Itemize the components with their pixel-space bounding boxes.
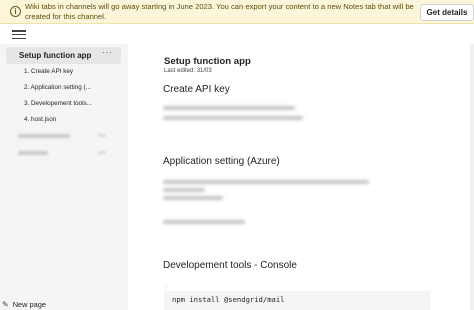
get-details-button[interactable]: Get details <box>420 4 474 21</box>
wiki-page-content: Setup function app Last edited: 31/03 Cr… <box>130 44 474 310</box>
last-edited-timestamp: Last edited: 31/03 <box>164 68 212 74</box>
new-page-icon: ✎ <box>2 300 9 309</box>
new-page-label: New page <box>12 300 46 309</box>
blurred-text-line <box>163 220 245 224</box>
blurred-text-line <box>163 180 369 184</box>
new-page-button[interactable]: ✎ New page <box>2 300 46 309</box>
content-scrollbar[interactable] <box>470 44 474 310</box>
section-heading-developement-tools: Developement tools - Console <box>163 260 297 271</box>
blurred-text-line <box>163 116 303 120</box>
sidebar-subitem-developement-tools[interactable]: 3. Developement tools... <box>24 100 92 107</box>
blurred-text-line <box>163 106 295 110</box>
more-options-icon[interactable]: ··· <box>102 47 113 57</box>
code-line: npm install @sendgrid/mail <box>172 295 285 304</box>
sidebar-page-label: Setup function app <box>19 51 92 60</box>
page-title: Setup function app <box>164 56 251 67</box>
deprecation-banner: i Wiki tabs in channels will go away sta… <box>0 0 474 24</box>
sidebar-subitem-host-json[interactable]: 4. host.json <box>24 116 56 123</box>
sidebar-subitem-application-setting[interactable]: 2. Application setting (... <box>24 84 91 91</box>
section-heading-application-setting: Application setting (Azure) <box>163 156 280 167</box>
section-heading-create-api-key: Create API key <box>163 84 230 95</box>
sidebar-subitem-create-api-key[interactable]: 1. Create API key <box>24 68 73 75</box>
blurred-text-line <box>163 188 205 192</box>
sidebar-item-blurred[interactable] <box>18 151 48 155</box>
code-block: npm install @sendgrid/mail <box>164 291 430 310</box>
info-icon: i <box>10 6 21 17</box>
wiki-sidebar: Setup function app ··· 1. Create API key… <box>0 44 128 310</box>
blurred-text-line <box>163 196 223 200</box>
banner-message: Wiki tabs in channels will go away start… <box>25 2 414 21</box>
chevron-icon <box>98 151 106 154</box>
hamburger-icon[interactable] <box>12 28 26 40</box>
code-marker: · <box>166 284 168 290</box>
sidebar-page-setup-function-app[interactable]: Setup function app ··· <box>6 47 121 64</box>
sidebar-item-blurred[interactable] <box>18 134 70 138</box>
chevron-icon <box>98 134 106 137</box>
